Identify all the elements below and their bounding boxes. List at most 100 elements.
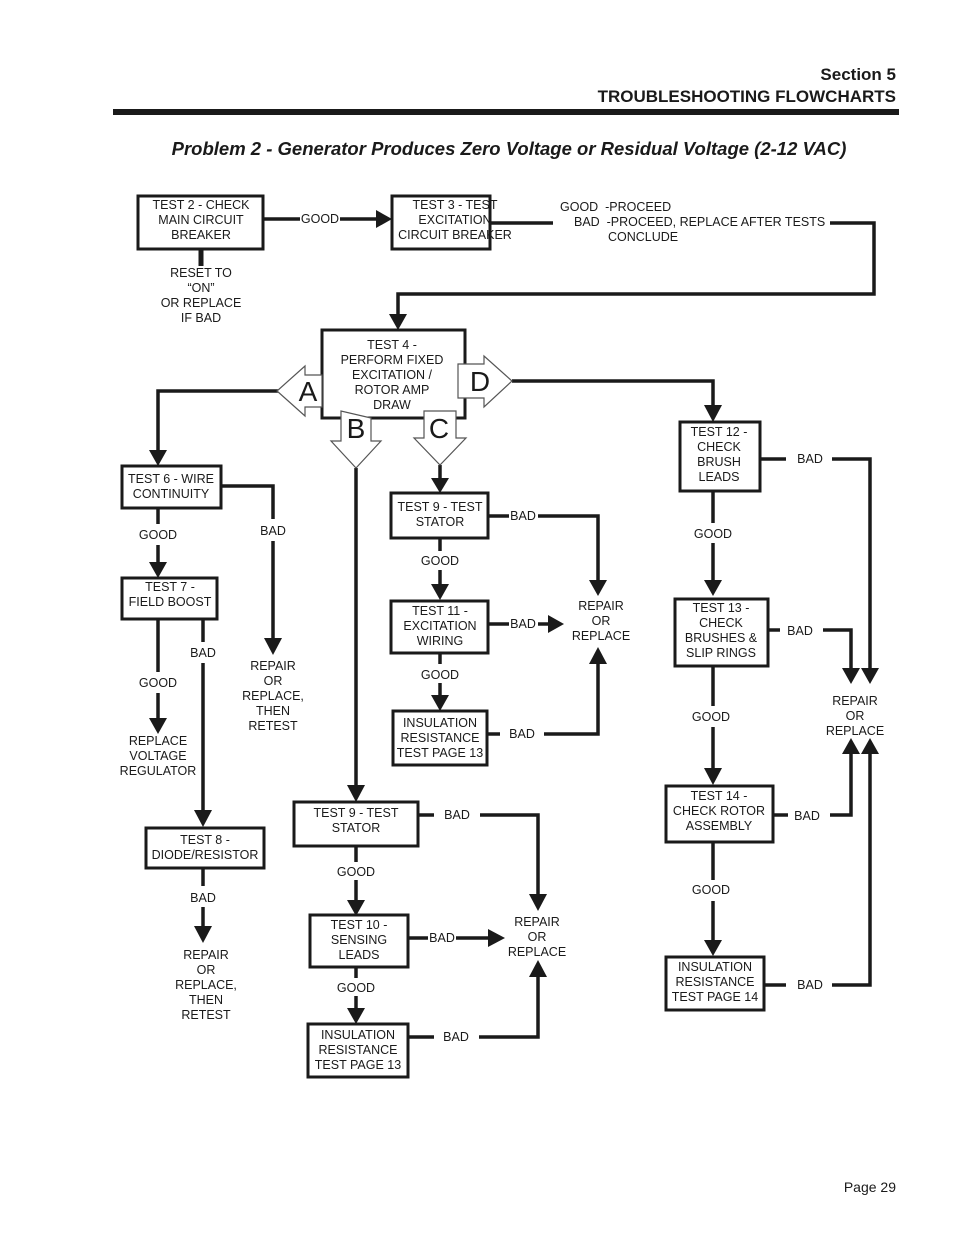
repair-note: REPAIR OR REPLACE	[826, 694, 884, 738]
test12-text-line: CHECK	[697, 440, 741, 454]
test3-bad-note: BAD -PROCEED, REPLACE AFTER TESTS	[574, 215, 825, 229]
reset-note: RESET TO “ON” OR REPLACE IF BAD	[161, 266, 242, 325]
arrow-down-icon	[842, 668, 860, 684]
bad-label: BAD	[797, 978, 823, 992]
test13-text-line: SLIP RINGS	[686, 646, 756, 660]
arrow-down-icon	[704, 940, 722, 956]
test10-text-line: SENSING	[331, 933, 387, 947]
test13-text-line: CHECK	[699, 616, 743, 630]
repair-note: REPAIR OR REPLACE	[508, 915, 566, 959]
reset-note-line: RESET TO	[170, 266, 232, 280]
connector-d-label: D	[470, 366, 490, 397]
good-label: GOOD	[139, 676, 177, 690]
test12-text: TEST 12 -CHECK BRUSH LEADS	[691, 425, 748, 484]
test3-text-line: EXCITATION	[418, 213, 491, 227]
test13-text-line: TEST 13 -	[693, 601, 750, 615]
repair-note-line: OR	[528, 930, 547, 944]
arrow-down-icon	[389, 314, 407, 330]
test2-text-line: MAIN CIRCUIT	[158, 213, 244, 227]
good-label: GOOD	[421, 668, 459, 682]
test8-text-line: TEST 8 -	[180, 833, 230, 847]
test8-text-line: DIODE/RESISTOR	[152, 848, 259, 862]
repair-retest-note-line: THEN	[189, 993, 223, 1007]
connector-A: A	[276, 364, 323, 418]
replace-regulator-note-line: VOLTAGE	[129, 749, 186, 763]
bad-label: BAD	[509, 727, 535, 741]
bad-label: BAD	[190, 891, 216, 905]
arrow-down-icon	[149, 718, 167, 734]
test9-stator-c-text-line: TEST 9 - TEST	[398, 500, 483, 514]
arrow-up-icon	[529, 960, 547, 977]
test2-text-line: TEST 2 - CHECK	[152, 198, 250, 212]
arrow-down-icon	[529, 894, 547, 911]
insulation-13-c-text: INSULATION RESISTANCE TEST PAGE 13	[397, 716, 483, 760]
good-label: GOOD	[337, 981, 375, 995]
page-number: Page 29	[843, 1179, 896, 1195]
reset-note-line: OR REPLACE	[161, 296, 242, 310]
arrow-down-icon	[431, 695, 449, 711]
arrow-up-icon	[861, 738, 879, 754]
insulation-13-b-text: INSULATION RESISTANCE TEST PAGE 13	[315, 1028, 401, 1072]
test13-text: TEST 13 -CHECK BRUSHES & SLIP RINGS	[685, 601, 758, 660]
arrow-down-icon	[861, 668, 879, 684]
arrow-up-icon	[842, 738, 860, 754]
test11-text-line: EXCITATION	[403, 619, 476, 633]
test6-text-line: TEST 6 - WIRE	[128, 472, 214, 486]
good-label: GOOD	[692, 883, 730, 897]
bad-label: BAD	[510, 617, 536, 631]
test9-stator-b-text-line: STATOR	[332, 821, 381, 835]
repair-note-line: REPAIR	[514, 915, 560, 929]
test14-text-line: ASSEMBLY	[686, 819, 753, 833]
arrow-down-icon	[264, 638, 282, 655]
test13-text-line: BRUSHES &	[685, 631, 758, 645]
test10-text: TEST 10 -SENSING LEADS	[331, 918, 388, 962]
arrow-right-icon	[376, 210, 392, 228]
insulation-13-b-text-line: RESISTANCE	[319, 1043, 398, 1057]
good-label: GOOD	[301, 212, 339, 226]
good-label: GOOD	[337, 865, 375, 879]
bad-label: BAD	[797, 452, 823, 466]
good-label: GOOD	[694, 527, 732, 541]
arrow-down-icon	[149, 562, 167, 578]
insulation-14-text: INSULATION RESISTANCE TEST PAGE 14	[672, 960, 758, 1004]
arrow-down-icon	[194, 926, 212, 943]
bad-label: BAD	[794, 809, 820, 823]
test4-text-line: DRAW	[373, 398, 411, 412]
repair-retest-note: REPAIR OR REPLACE, THEN RETEST	[242, 659, 304, 733]
repair-retest-note-line: THEN	[256, 704, 290, 718]
repair-retest-note-line: OR	[197, 963, 216, 977]
repair-note-line: OR	[846, 709, 865, 723]
insulation-13-c-text-line: INSULATION	[403, 716, 477, 730]
repair-retest-note-line: REPAIR	[250, 659, 296, 673]
test3-text-line: TEST 3 - TEST	[413, 198, 498, 212]
repair-note-line: REPAIR	[578, 599, 624, 613]
insulation-13-b-text-line: INSULATION	[321, 1028, 395, 1042]
arrow-right-icon	[548, 615, 564, 633]
flowchart-text: TEST 2 - CHECK MAIN CIRCUIT BREAKER TEST 3 …	[120, 198, 885, 1072]
repair-retest-note: REPAIR OR REPLACE, THEN RETEST	[175, 948, 237, 1022]
test12-text-line: TEST 12 -	[691, 425, 748, 439]
good-label: GOOD	[421, 554, 459, 568]
test9-stator-c-text-line: STATOR	[416, 515, 465, 529]
test9-stator-b-text-line: TEST 9 - TEST	[314, 806, 399, 820]
test12-text-line: BRUSH	[697, 455, 741, 469]
repair-note-line: REPLACE	[508, 945, 566, 959]
repair-retest-note-line: RETEST	[248, 719, 298, 733]
arrow-down-icon	[347, 785, 365, 802]
test6-text-line: CONTINUITY	[133, 487, 210, 501]
good-label: GOOD	[692, 710, 730, 724]
replace-regulator-note-line: REGULATOR	[120, 764, 197, 778]
insulation-13-c-text-line: RESISTANCE	[401, 731, 480, 745]
test2-text-line: BREAKER	[171, 228, 231, 242]
test4-text-line: TEST 4 -	[367, 338, 417, 352]
bad-label: BAD	[260, 524, 286, 538]
repair-note: REPAIR OR REPLACE	[572, 599, 630, 643]
arrow-down-icon	[149, 450, 167, 466]
bad-label: BAD	[510, 509, 536, 523]
connector-a-label: A	[299, 376, 318, 407]
connector-B: B	[329, 410, 383, 469]
test7-text-line: FIELD BOOST	[129, 595, 212, 609]
repair-note-line: OR	[592, 614, 611, 628]
test4-text-line: PERFORM FIXED	[341, 353, 444, 367]
arrow-right-icon	[488, 929, 505, 947]
